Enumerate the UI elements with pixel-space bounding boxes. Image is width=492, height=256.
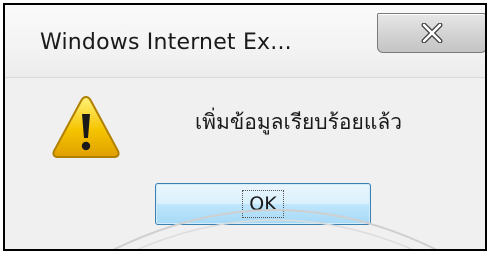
title-bar[interactable]: Windows Internet Ex... (5, 5, 485, 77)
ok-button[interactable]: OK (155, 183, 371, 225)
dialog-window: Windows Internet Ex... เพิ่มข้อมูลเรียบร… (3, 3, 487, 251)
dialog-message: เพิ่มข้อมูลเรียบร้อยแล้ว (195, 110, 403, 134)
close-icon (421, 23, 443, 43)
warning-icon (50, 94, 122, 160)
close-button[interactable] (377, 13, 485, 53)
dialog-body: เพิ่มข้อมูลเรียบร้อยแล้ว OK (5, 78, 485, 249)
ok-button-label: OK (242, 190, 284, 218)
dialog-title: Windows Internet Ex... (40, 30, 292, 55)
